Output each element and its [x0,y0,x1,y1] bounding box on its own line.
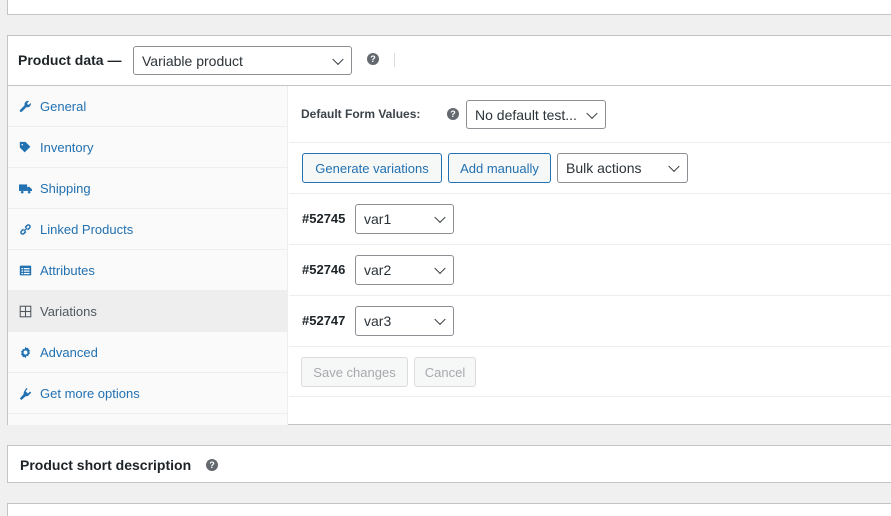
bulk-actions-value: Bulk actions [566,160,642,176]
default-form-label: Default Form Values: [301,107,421,121]
tab-general[interactable]: General [8,86,288,127]
divider [289,142,891,143]
variation-attribute-select[interactable]: var2 [355,255,454,285]
tab-attributes-label: Attributes [40,262,95,278]
plugin-icon [18,386,32,400]
short-description-title: Product short description [20,457,192,473]
chevron-down-icon [332,53,344,65]
next-metabox [7,503,891,516]
divider [289,396,891,397]
grid-icon [18,304,32,318]
product-data-title: Product data — [18,52,122,68]
tab-variations-label: Variations [40,303,97,319]
divider [289,193,891,194]
truck-icon [18,181,32,195]
tag-icon [18,140,32,154]
add-manually-button[interactable]: Add manually [448,153,551,183]
link-icon [18,222,32,236]
chevron-down-icon [434,313,446,326]
divider [289,244,891,245]
previous-metabox [7,0,891,15]
product-type-select[interactable]: Variable product [133,46,352,75]
bulk-actions-select[interactable]: Bulk actions [557,153,688,183]
variation-attribute-value: var1 [364,211,392,227]
tab-advanced[interactable]: Advanced [8,332,288,373]
tab-general-label: General [40,98,87,114]
default-form-select[interactable]: No default test... [466,100,606,129]
help-icon[interactable]: ? [367,53,379,65]
tab-attributes[interactable]: Attributes [8,250,288,291]
divider [289,346,891,347]
variation-attribute-value: var3 [364,313,392,329]
list-icon [18,263,32,277]
tab-advanced-label: Advanced [40,344,98,360]
product-data-header: Product data — Variable product ? [8,36,891,86]
variation-id: #52747 [302,313,346,328]
save-changes-button[interactable]: Save changes [301,357,408,387]
tab-shipping[interactable]: Shipping [8,168,288,209]
tab-shipping-label: Shipping [40,180,91,196]
chevron-down-icon [668,160,680,173]
variation-id: #52746 [302,262,346,277]
variations-panel: Default Form Values: ? No default test..… [289,86,891,425]
product-data-metabox: Product data — Variable product ? Genera… [7,35,891,425]
header-divider [394,53,395,67]
tab-get-more-options[interactable]: Get more options [8,373,288,414]
default-form-value: No default test... [475,106,577,123]
product-type-value: Variable product [142,52,243,69]
chevron-down-icon [586,107,598,119]
tab-get-more-options-label: Get more options [40,385,140,401]
help-icon[interactable]: ? [206,459,218,471]
chevron-down-icon [434,211,446,224]
cancel-button[interactable]: Cancel [414,357,476,387]
divider [289,295,891,296]
tab-linked-products-label: Linked Products [40,221,134,237]
variation-id: #52745 [302,211,346,226]
tab-inventory[interactable]: Inventory [8,127,288,168]
variation-attribute-select[interactable]: var1 [355,204,454,234]
help-icon[interactable]: ? [447,108,459,120]
variation-attribute-value: var2 [364,262,392,278]
tab-linked-products[interactable]: Linked Products [8,209,288,250]
gear-icon [18,345,32,359]
short-description-metabox[interactable]: Product short description ? [7,445,891,483]
variation-attribute-select[interactable]: var3 [355,306,454,336]
tab-variations[interactable]: Variations [8,291,288,332]
generate-variations-button[interactable]: Generate variations [302,153,442,183]
chevron-down-icon [434,262,446,275]
tab-inventory-label: Inventory [40,139,94,155]
product-data-tabs: General Inventory Shipping Linked Produc… [8,86,288,425]
wrench-icon [18,99,32,113]
